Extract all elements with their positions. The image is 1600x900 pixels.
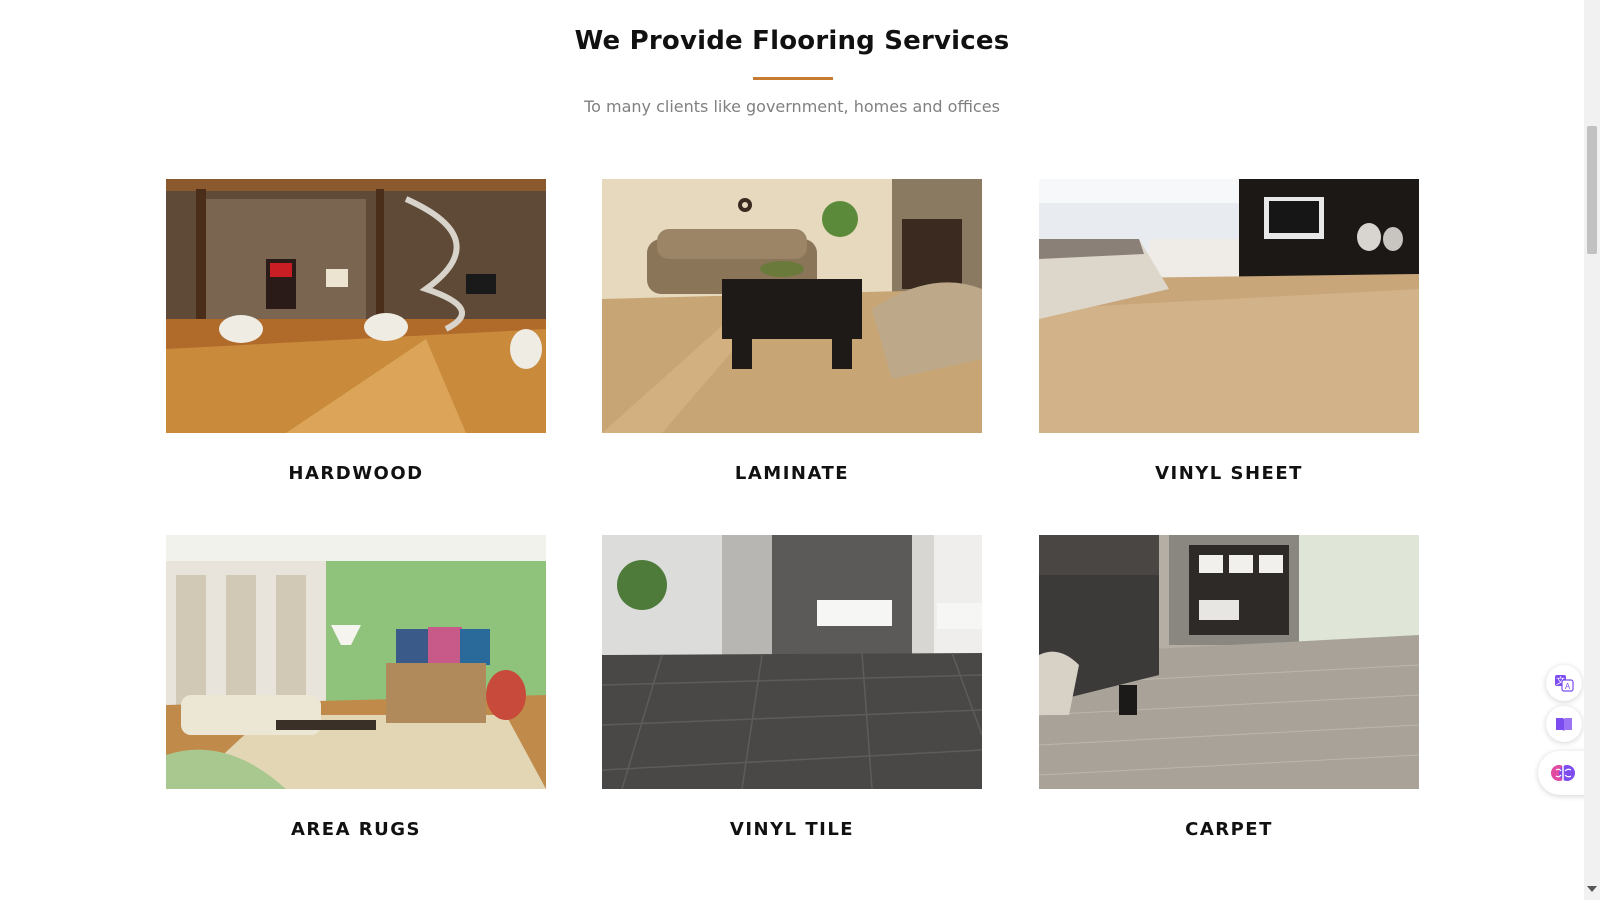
reader-icon [1556, 718, 1572, 731]
page-scrollbar[interactable] [1584, 0, 1600, 900]
service-label: VINYL TILE [729, 819, 855, 840]
scroll-down-arrow-icon[interactable] [1587, 886, 1597, 892]
brain-icon [1551, 765, 1575, 781]
scrollbar-thumb[interactable] [1587, 126, 1597, 254]
vinyl-sheet-room-image[interactable] [1039, 179, 1419, 433]
svg-text:A: A [1565, 682, 1571, 691]
service-label: VINYL SHEET [1155, 463, 1303, 484]
service-label: CARPET [1185, 819, 1273, 840]
translate-button[interactable]: 文 A [1546, 665, 1582, 701]
carpet-room-image[interactable] [1039, 535, 1419, 789]
service-card-carpet[interactable]: CARPET [1039, 535, 1419, 840]
service-card-vinyl-tile[interactable]: VINYL TILE [602, 535, 982, 840]
section-title: We Provide Flooring Services [574, 26, 1010, 56]
service-card-vinyl-sheet[interactable]: VINYL SHEET [1039, 179, 1419, 484]
vinyl-tile-room-image[interactable] [602, 535, 982, 789]
service-card-laminate[interactable]: LAMINATE [602, 179, 982, 484]
service-label: LAMINATE [734, 463, 850, 484]
service-card-hardwood[interactable]: HARDWOOD [166, 179, 546, 484]
services-page: We Provide Flooring Services To many cli… [0, 0, 1588, 900]
service-label: AREA RUGS [291, 819, 421, 840]
service-label: HARDWOOD [288, 463, 424, 484]
title-underline [753, 77, 833, 80]
section-subtitle: To many clients like government, homes a… [584, 97, 1000, 116]
area-rugs-room-image[interactable] [166, 535, 546, 789]
ai-assistant-button[interactable] [1538, 751, 1588, 795]
service-card-area-rugs[interactable]: AREA RUGS [166, 535, 546, 840]
hardwood-room-image[interactable] [166, 179, 546, 433]
reader-button[interactable] [1546, 706, 1582, 742]
laminate-room-image[interactable] [602, 179, 982, 433]
translate-icon: 文 A [1555, 675, 1574, 692]
